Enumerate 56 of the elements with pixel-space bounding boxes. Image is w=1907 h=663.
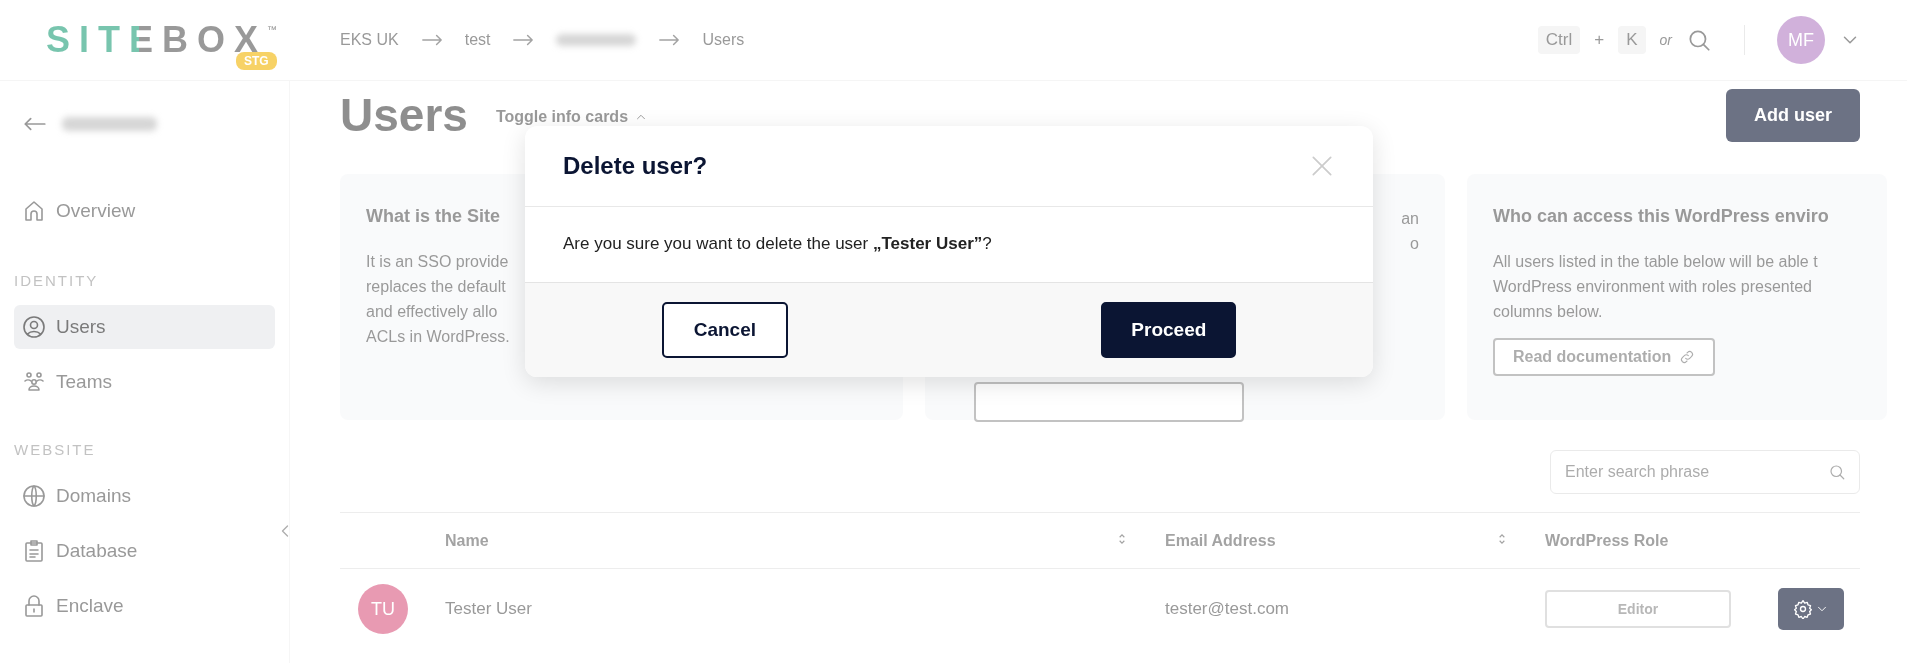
- dialog-title: Delete user?: [563, 152, 708, 180]
- add-user-button[interactable]: Add user: [1726, 88, 1860, 142]
- section-heading: WEBSITE: [14, 441, 97, 460]
- column-header[interactable]: Name: [445, 531, 489, 549]
- or-label: or: [1659, 32, 1672, 48]
- globe-icon: [22, 484, 46, 508]
- card-title: Who can access this WordPress enviro: [1493, 206, 1829, 227]
- table-cell: tester@test.com: [1165, 599, 1289, 619]
- clipboard-icon: [22, 539, 46, 563]
- settings-button[interactable]: [1778, 588, 1844, 630]
- card-text: replaces the default: [366, 277, 506, 297]
- lock-icon: [22, 594, 46, 618]
- team-icon: [22, 370, 46, 394]
- user-avatar: TU: [358, 584, 408, 634]
- search-icon: [1828, 463, 1846, 481]
- toggle-info-cards[interactable]: Toggle info cards: [489, 107, 655, 127]
- role-button[interactable]: Editor: [1545, 590, 1731, 628]
- sidebar-item[interactable]: Overview: [14, 189, 275, 233]
- sidebar-item[interactable]: Domains: [14, 474, 275, 518]
- proceed-button[interactable]: Proceed: [1101, 302, 1237, 358]
- cancel-button[interactable]: Cancel: [661, 302, 788, 358]
- card-title: What is the Site: [366, 206, 500, 227]
- shortcut-key: K: [1618, 26, 1646, 54]
- table-cell: Tester User: [445, 599, 532, 619]
- page-title: Users: [340, 88, 468, 142]
- card-text: WordPress environment with roles presented: [1493, 277, 1812, 297]
- sidebar-item[interactable]: Teams: [14, 360, 275, 404]
- plus-sign: +: [1594, 30, 1605, 50]
- section-heading: IDENTITY: [14, 272, 100, 291]
- card-text: columns below.: [1493, 302, 1603, 322]
- card-text: an: [1401, 209, 1419, 229]
- breadcrumb-link[interactable]: EKS UK: [340, 31, 399, 49]
- shortcut-key: Ctrl: [1537, 26, 1581, 54]
- user-icon: [22, 315, 46, 339]
- trademark-sign: ™: [267, 24, 278, 35]
- breadcrumb-link[interactable]: test: [464, 31, 491, 49]
- card-text: ACLs in WordPress.: [366, 327, 510, 347]
- card-text: All users listed in the table below will be able t: [1493, 252, 1818, 272]
- card-text: It is an SSO provide: [366, 252, 509, 272]
- documentation-button[interactable]: Read documentation: [1493, 338, 1716, 376]
- breadcrumb-link[interactable]: Users: [702, 31, 745, 49]
- card-button[interactable]: [974, 382, 1244, 422]
- environment-badge: STG: [236, 52, 277, 70]
- dialog-message: Are you sure you want to delete the user „Tester User”?: [563, 234, 992, 253]
- home-icon: [22, 199, 46, 223]
- user-avatar[interactable]: MF: [1777, 16, 1825, 64]
- sidebar-item[interactable]: Enclave: [14, 584, 275, 628]
- column-header[interactable]: WordPress Role: [1545, 531, 1669, 549]
- sidebar-item[interactable]: Database: [14, 529, 275, 573]
- column-header[interactable]: Email Address: [1165, 531, 1276, 549]
- card-text: and effectively allo: [366, 302, 498, 322]
- card-text: o: [1410, 234, 1419, 254]
- search-field[interactable]: Enter search phrase: [1550, 450, 1860, 494]
- settings-icon: [1793, 599, 1813, 619]
- link-icon: [1679, 349, 1696, 365]
- sidebar-item[interactable]: Users: [14, 305, 275, 349]
